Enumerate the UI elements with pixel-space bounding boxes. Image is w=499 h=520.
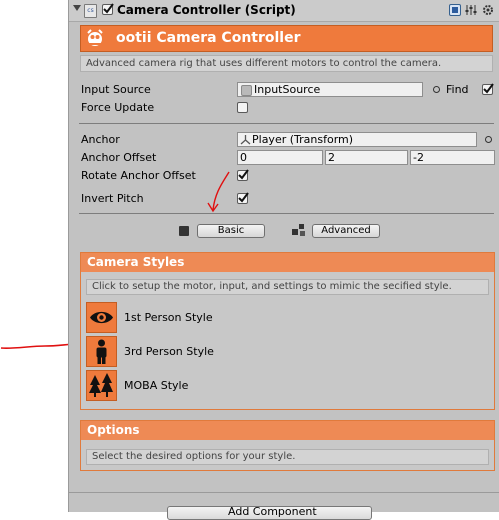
inspector-panel: cs Camera Controller (Script) ootii Came… [68, 0, 499, 520]
style-label: 3rd Person Style [124, 345, 214, 358]
style-3rd-person[interactable]: 3rd Person Style [86, 336, 286, 368]
anchor-offset-x-field[interactable]: 0 [237, 150, 323, 165]
anchor-picker-icon[interactable] [485, 136, 492, 143]
foldout-arrow-icon[interactable] [73, 5, 81, 11]
style-1st-person[interactable]: 1st Person Style [86, 302, 286, 334]
transform-icon [240, 135, 251, 145]
object-picker-icon[interactable] [433, 86, 440, 93]
camera-styles-description: Click to setup the motor, input, and set… [86, 279, 489, 295]
input-source-field[interactable]: InputSource [237, 82, 423, 97]
add-component-button[interactable]: Add Component [167, 505, 372, 520]
component-enabled-checkbox[interactable] [102, 3, 114, 15]
ootii-logo-icon [85, 28, 105, 48]
options-title: Options [81, 421, 494, 440]
force-update-label: Force Update [81, 101, 155, 114]
sliders-icon[interactable] [465, 4, 477, 16]
style-label: MOBA Style [124, 379, 189, 392]
separator [79, 213, 494, 214]
anchor-value: Player (Transform) [252, 133, 354, 146]
ootii-banner: ootii Camera Controller [80, 25, 493, 52]
find-checkbox[interactable] [482, 83, 494, 95]
force-update-checkbox[interactable] [237, 102, 248, 113]
style-label: 1st Person Style [124, 311, 213, 324]
component-title: Camera Controller (Script) [117, 3, 296, 17]
anchor-offset-z-field[interactable]: -2 [410, 150, 495, 165]
component-header: cs Camera Controller (Script) [69, 0, 499, 22]
anchor-offset-label: Anchor Offset [81, 151, 157, 164]
separator [69, 492, 499, 493]
separator [79, 123, 494, 124]
anchor-label: Anchor [81, 133, 120, 146]
script-icon: cs [84, 4, 97, 18]
style-moba[interactable]: MOBA Style [86, 370, 286, 402]
component-description: Advanced camera rig that uses different … [80, 55, 493, 72]
find-label: Find [446, 83, 469, 96]
trees-icon [86, 370, 117, 401]
person-icon [86, 336, 117, 367]
gear-icon[interactable] [482, 4, 494, 16]
options-panel: Options Select the desired options for y… [80, 420, 495, 471]
basic-mode-icon [179, 226, 189, 236]
banner-title: ootii Camera Controller [116, 30, 301, 46]
input-source-value: InputSource [254, 83, 321, 96]
basic-button[interactable]: Basic [197, 224, 265, 238]
advanced-button[interactable]: Advanced [312, 224, 380, 238]
rotate-anchor-offset-label: Rotate Anchor Offset [81, 169, 196, 182]
annotation-arrow-down [207, 171, 230, 213]
anchor-offset-y-field[interactable]: 2 [325, 150, 408, 165]
camera-styles-title: Camera Styles [81, 253, 494, 272]
options-description: Select the desired options for your styl… [86, 449, 489, 465]
anchor-field[interactable]: Player (Transform) [237, 132, 477, 147]
camera-styles-panel: Camera Styles Click to setup the motor, … [80, 252, 495, 410]
object-cube-icon [241, 85, 252, 96]
advanced-mode-icon [292, 224, 305, 236]
eye-icon [86, 302, 117, 333]
invert-pitch-label: Invert Pitch [81, 192, 144, 205]
input-source-label: Input Source [81, 83, 151, 96]
help-book-icon[interactable] [449, 4, 461, 16]
